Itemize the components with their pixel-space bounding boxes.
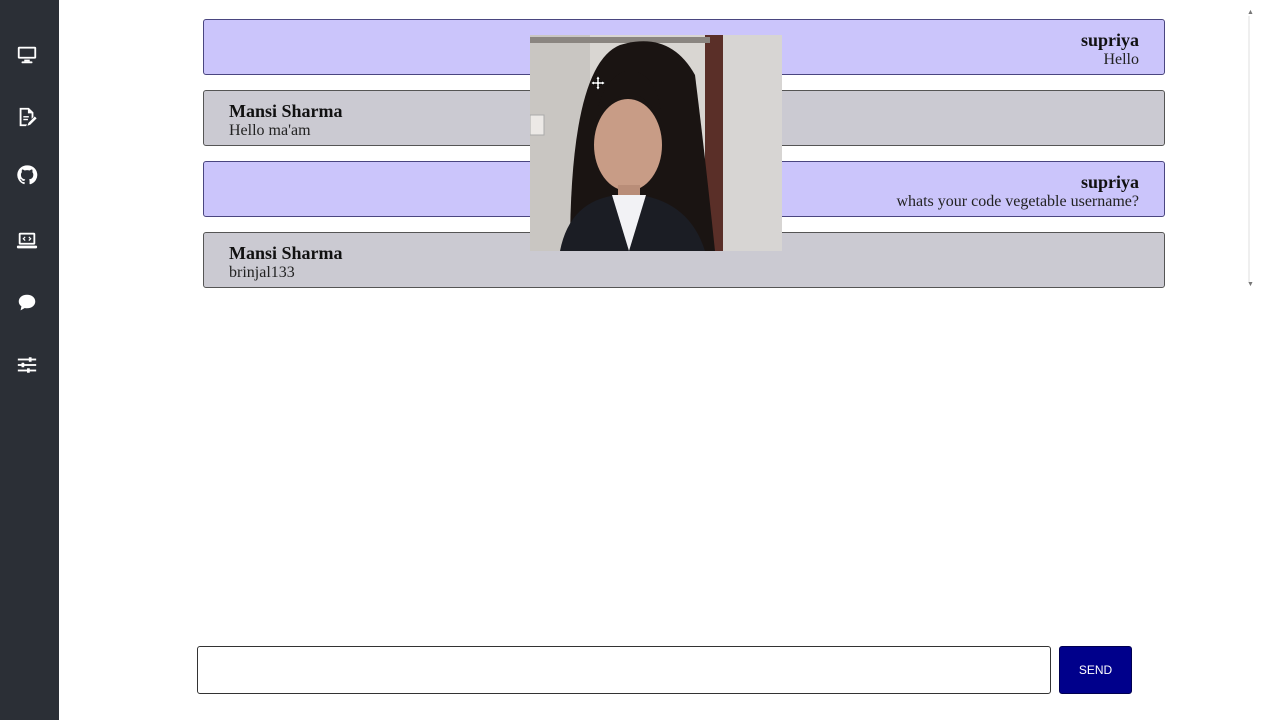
sidebar (0, 0, 59, 720)
scroll-down-icon[interactable]: ▼ (1247, 280, 1254, 288)
video-preview[interactable] (530, 35, 782, 251)
sliders-icon[interactable] (14, 352, 40, 378)
move-cursor-icon (590, 75, 606, 91)
message-text: brinjal133 (229, 264, 295, 281)
chat-bubble-icon[interactable] (14, 290, 40, 316)
message-input[interactable] (197, 646, 1051, 694)
send-button[interactable]: SEND (1059, 646, 1132, 694)
github-icon[interactable] (14, 162, 40, 188)
edit-document-icon[interactable] (14, 104, 40, 130)
person-video-frame (530, 35, 782, 251)
chat-scrollbar[interactable]: ▲ ▼ (1247, 8, 1254, 288)
monitor-icon[interactable] (14, 42, 40, 68)
scrollbar-track (1248, 16, 1250, 282)
scroll-up-icon[interactable]: ▲ (1247, 8, 1254, 16)
code-laptop-icon[interactable] (14, 228, 40, 254)
